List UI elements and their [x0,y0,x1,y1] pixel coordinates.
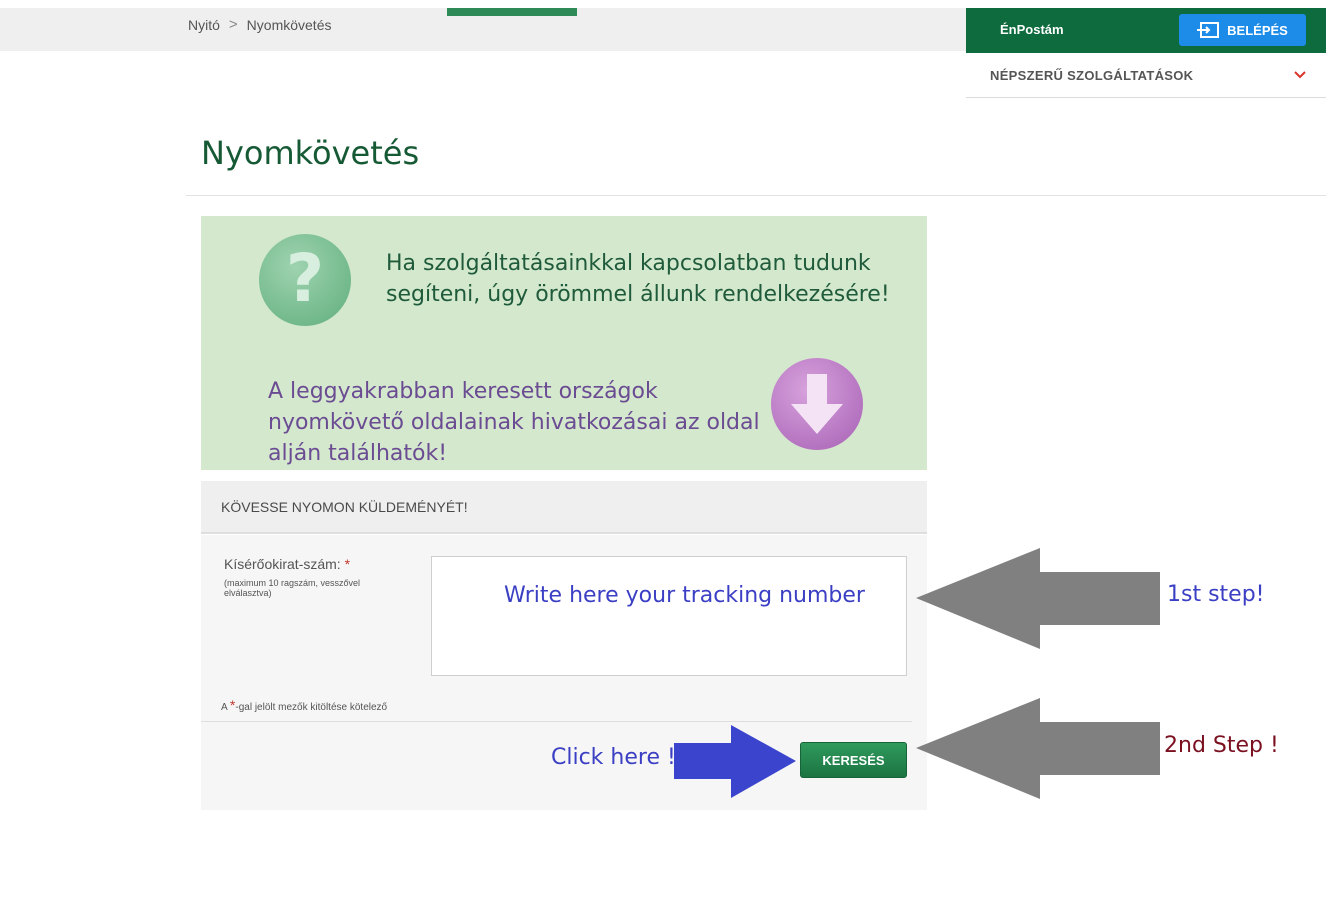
required-star: * [344,556,351,572]
required-note-suffix: -gal jelölt mezők kitöltése kötelező [235,702,388,713]
question-mark: ? [285,240,325,317]
enpostam-label: ÉnPostám [1000,22,1064,37]
required-fields-note: A *-gal jelölt mezők kitöltése kötelező [221,697,387,713]
popular-services-dropdown[interactable]: NÉPSZERŰ SZOLGÁLTATÁSOK [966,53,1326,98]
enpostam-panel: ÉnPostám BELÉPÉS [966,8,1326,53]
tracking-field-hint: (maximum 10 ragszám, vesszővel elválaszt… [224,578,361,598]
tracking-input-box[interactable] [431,556,907,676]
down-arrow-icon [791,374,843,434]
tracking-form-heading: KÖVESSE NYOMON KÜLDEMÉNYÉT! [221,499,468,515]
tracking-number-input[interactable] [504,579,884,659]
active-nav-indicator [447,8,577,16]
page-title: Nyomkövetés [201,134,420,172]
required-note-prefix: A [221,702,230,713]
left-arrow-annotation-icon-2 [916,698,1160,799]
breadcrumb-bar [0,8,966,51]
right-arrow-annotation-icon [674,725,796,798]
breadcrumb-home-link[interactable]: Nyitó [188,17,220,33]
search-button[interactable]: KERESÉS [800,742,907,778]
step1-annotation: 1st step! [1167,582,1265,607]
question-circle-icon: ? [259,234,351,326]
info-banner: ? Ha szolgáltatásainkkal kapcsolatban tu… [201,216,927,470]
down-arrow-circle-icon [771,358,863,450]
divider [186,195,1326,196]
tracking-form-header: KÖVESSE NYOMON KÜLDEMÉNYÉT! [201,481,927,534]
login-button[interactable]: BELÉPÉS [1179,14,1306,46]
chevron-down-icon [1294,71,1306,79]
login-icon [1197,22,1220,38]
breadcrumb-separator-icon: > [228,16,238,33]
form-divider [201,721,912,722]
search-button-label: KERESÉS [822,752,885,768]
click-here-annotation: Click here ! [551,745,676,770]
breadcrumb: Nyitó > Nyomkövetés [188,16,331,33]
links-info-text: A leggyakrabban keresett országok nyomkö… [268,379,760,466]
help-text: Ha szolgáltatásainkkal kapcsolatban tudu… [386,251,890,307]
step2-annotation: 2nd Step ! [1164,733,1279,758]
breadcrumb-current: Nyomkövetés [246,16,332,33]
tracking-field-label-text: Kísérőokirat-szám: [224,556,341,572]
tracking-field-label: Kísérőokirat-szám: * [224,556,350,572]
login-label: BELÉPÉS [1227,22,1288,38]
left-arrow-annotation-icon [916,548,1160,649]
popular-services-label: NÉPSZERŰ SZOLGÁLTATÁSOK [990,68,1194,83]
